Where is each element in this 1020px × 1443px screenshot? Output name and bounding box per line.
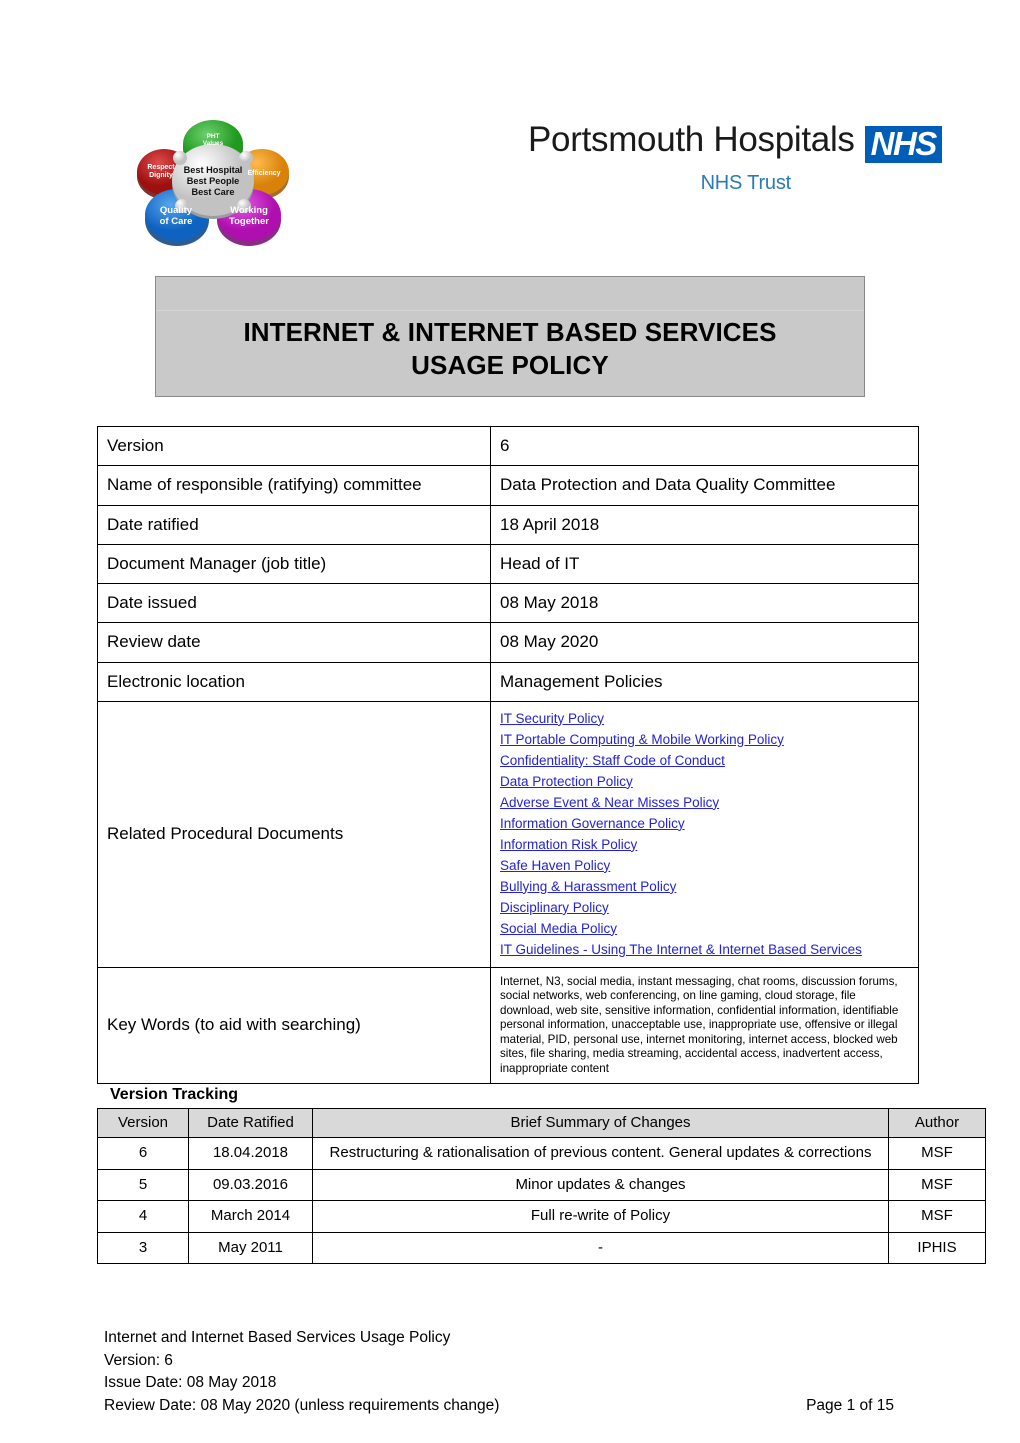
cell-summary: Minor updates & changes bbox=[312, 1168, 889, 1202]
related-link-information-risk[interactable]: Information Risk Policy bbox=[500, 834, 910, 855]
meta-key-committee: Name of responsible (ratifying) committe… bbox=[97, 465, 491, 506]
nhs-trust-subtitle: NHS Trust bbox=[700, 172, 792, 194]
petal-label-efficiency: Efficiency bbox=[247, 170, 280, 177]
related-link-confidentiality-code[interactable]: Confidentiality: Staff Code of Conduct bbox=[500, 750, 910, 771]
related-link-it-portable-computing[interactable]: IT Portable Computing & Mobile Working P… bbox=[500, 729, 910, 750]
svg-text:Best Hospital: Best Hospital bbox=[184, 165, 243, 175]
nhs-trust-name-text: Portsmouth Hospitals bbox=[528, 120, 855, 159]
column-header-version: Version bbox=[97, 1107, 189, 1139]
cell-author: IPHIS bbox=[888, 1231, 986, 1265]
related-link-bullying-harassment[interactable]: Bullying & Harassment Policy bbox=[500, 876, 910, 897]
meta-value-review-date: 08 May 2020 bbox=[490, 622, 919, 663]
nhs-trust-name: Portsmouth Hospitals NHS bbox=[528, 120, 942, 163]
table-row: Key Words (to aid with searching) Intern… bbox=[97, 966, 919, 1085]
column-header-date-ratified: Date Ratified bbox=[188, 1107, 313, 1139]
table-row: Date issued 08 May 2018 bbox=[97, 582, 919, 624]
cell-summary: Restructuring & rationalisation of previ… bbox=[312, 1137, 889, 1170]
page-footer: Internet and Internet Based Services Usa… bbox=[104, 1327, 894, 1417]
related-link-safe-haven[interactable]: Safe Haven Policy bbox=[500, 855, 910, 876]
cell-date: 18.04.2018 bbox=[188, 1137, 313, 1170]
cell-date: May 2011 bbox=[188, 1231, 313, 1265]
logo-center-text: Best Hospital Best People Best Care bbox=[184, 165, 243, 197]
pht-values-logo: PHT Values Respect Dignity Efficiency Qu… bbox=[130, 113, 296, 251]
svg-text:Best People: Best People bbox=[187, 176, 240, 186]
meta-value-electronic-location: Management Policies bbox=[490, 661, 919, 702]
table-row: Name of responsible (ratifying) committe… bbox=[97, 465, 919, 506]
meta-key-version: Version bbox=[97, 425, 491, 467]
table-row: 6 18.04.2018 Restructuring & rationalisa… bbox=[97, 1137, 986, 1170]
table-row: 4 March 2014 Full re-write of Policy MSF bbox=[97, 1200, 986, 1233]
meta-value-document-manager: Head of IT bbox=[490, 543, 919, 585]
related-link-data-protection-policy[interactable]: Data Protection Policy bbox=[500, 771, 910, 792]
svg-text:Together: Together bbox=[229, 216, 269, 227]
petal-label-quality-of-care: Quality bbox=[160, 205, 193, 216]
meta-value-version: 6 bbox=[490, 425, 919, 467]
svg-text:of Care: of Care bbox=[160, 216, 193, 227]
table-row: Version 6 bbox=[97, 425, 919, 467]
table-row: Review date 08 May 2020 bbox=[97, 622, 919, 663]
meta-value-committee: Data Protection and Data Quality Committ… bbox=[490, 465, 919, 506]
title-box-hairline bbox=[156, 310, 864, 311]
footer-issue-date: Issue Date: 08 May 2018 bbox=[104, 1374, 277, 1391]
related-documents-link-list: IT Security Policy IT Portable Computing… bbox=[490, 700, 919, 968]
related-link-adverse-event-policy[interactable]: Adverse Event & Near Misses Policy bbox=[500, 792, 910, 813]
column-header-summary: Brief Summary of Changes bbox=[312, 1107, 889, 1139]
column-header-author: Author bbox=[888, 1107, 986, 1139]
cell-version: 3 bbox=[97, 1231, 189, 1265]
page-title-line1: INTERNET & INTERNET BASED SERVICES bbox=[243, 317, 777, 347]
petal-label-respect-dignity: Respect bbox=[147, 164, 175, 171]
cell-version: 6 bbox=[97, 1137, 189, 1170]
meta-value-date-ratified: 18 April 2018 bbox=[490, 504, 919, 545]
nhs-trust-logo: Portsmouth Hospitals NHS NHS Trust bbox=[528, 120, 942, 197]
meta-key-keywords: Key Words (to aid with searching) bbox=[97, 966, 491, 1085]
document-metadata-table: Version 6 Name of responsible (ratifying… bbox=[97, 425, 919, 1085]
footer-review-date-row: Review Date: 08 May 2020 (unless require… bbox=[104, 1395, 894, 1418]
meta-key-review-date: Review date bbox=[97, 622, 491, 663]
cell-summary: Full re-write of Policy bbox=[312, 1200, 889, 1233]
cell-summary: - bbox=[312, 1231, 889, 1265]
footer-document-title: Internet and Internet Based Services Usa… bbox=[104, 1329, 451, 1346]
cell-author: MSF bbox=[888, 1200, 986, 1233]
petal-label-pht-values: PHT bbox=[207, 133, 220, 140]
related-link-it-security-policy[interactable]: IT Security Policy bbox=[500, 708, 910, 729]
cell-author: MSF bbox=[888, 1137, 986, 1170]
svg-text:Best Care: Best Care bbox=[192, 187, 235, 197]
version-tracking-heading: Version Tracking bbox=[110, 1086, 239, 1103]
meta-value-keywords: Internet, N3, social media, instant mess… bbox=[490, 966, 919, 1085]
nhs-badge: NHS bbox=[864, 126, 942, 163]
document-title-box: INTERNET & INTERNET BASED SERVICES USAGE… bbox=[155, 276, 865, 397]
svg-text:Values: Values bbox=[203, 140, 224, 147]
cell-date: 09.03.2016 bbox=[188, 1168, 313, 1202]
svg-text:Dignity: Dignity bbox=[149, 172, 173, 179]
cell-version: 5 bbox=[97, 1168, 189, 1202]
table-row: Electronic location Management Policies bbox=[97, 661, 919, 702]
meta-key-document-manager: Document Manager (job title) bbox=[97, 543, 491, 585]
version-tracking-table: Version Date Ratified Brief Summary of C… bbox=[97, 1107, 986, 1265]
table-row: Date ratified 18 April 2018 bbox=[97, 504, 919, 545]
meta-key-date-issued: Date issued bbox=[97, 582, 491, 624]
table-row: 3 May 2011 - IPHIS bbox=[97, 1231, 986, 1265]
table-row: Document Manager (job title) Head of IT bbox=[97, 543, 919, 585]
related-link-disciplinary[interactable]: Disciplinary Policy bbox=[500, 897, 910, 918]
meta-key-electronic-location: Electronic location bbox=[97, 661, 491, 702]
cell-author: MSF bbox=[888, 1168, 986, 1202]
meta-key-related-documents: Related Procedural Documents bbox=[97, 700, 491, 968]
footer-review-date: Review Date: 08 May 2020 (unless require… bbox=[104, 1396, 500, 1414]
page-header: PHT Values Respect Dignity Efficiency Qu… bbox=[0, 0, 1020, 265]
footer-page-number: Page 1 of 15 bbox=[806, 1396, 894, 1414]
meta-value-date-issued: 08 May 2018 bbox=[490, 582, 919, 624]
table-row: Related Procedural Documents IT Security… bbox=[97, 700, 919, 968]
meta-key-date-ratified: Date ratified bbox=[97, 504, 491, 545]
page-title-line2: USAGE POLICY bbox=[411, 350, 609, 381]
related-link-information-governance[interactable]: Information Governance Policy bbox=[500, 813, 910, 834]
cell-version: 4 bbox=[97, 1200, 189, 1233]
petal-label-working-together: Working bbox=[230, 205, 268, 216]
related-link-it-guidelines[interactable]: IT Guidelines - Using The Internet & Int… bbox=[500, 939, 910, 960]
related-link-social-media[interactable]: Social Media Policy bbox=[500, 918, 910, 939]
cell-date: March 2014 bbox=[188, 1200, 313, 1233]
footer-version: Version: 6 bbox=[104, 1351, 173, 1369]
table-header-row: Version Date Ratified Brief Summary of C… bbox=[97, 1107, 986, 1139]
table-row: 5 09.03.2016 Minor updates & changes MSF bbox=[97, 1168, 986, 1202]
page-title: INTERNET & INTERNET BASED SERVICES USAGE… bbox=[156, 316, 864, 382]
